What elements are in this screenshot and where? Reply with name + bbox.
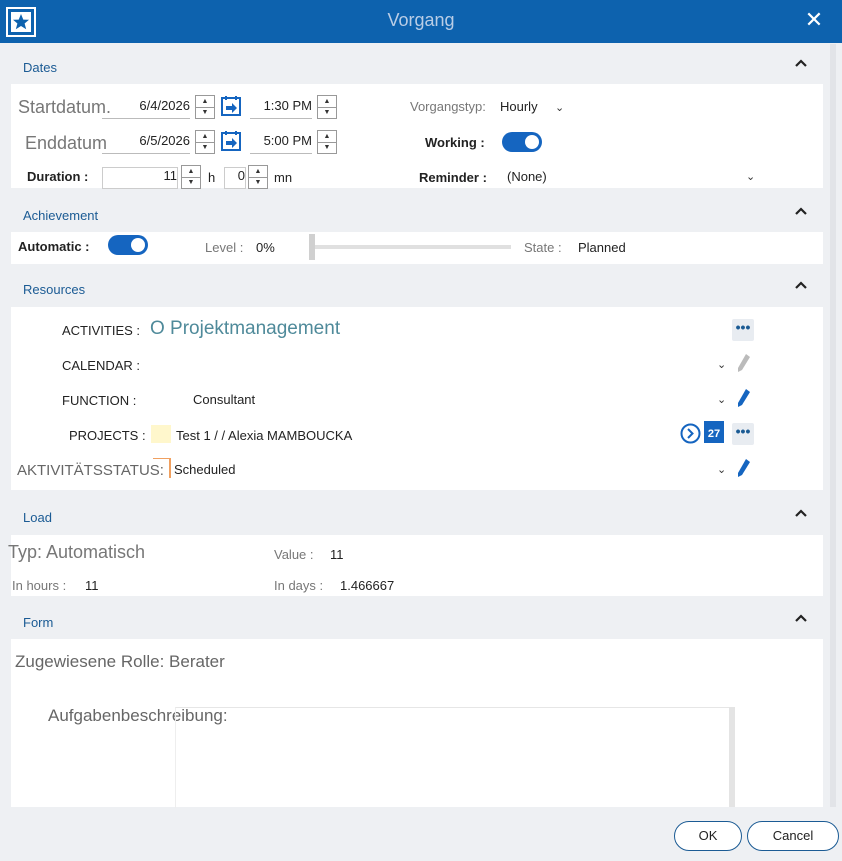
section-title-resources: Resources xyxy=(23,282,86,297)
description-textarea[interactable] xyxy=(175,707,730,808)
state-value: Planned xyxy=(578,240,626,255)
chevron-up-icon[interactable] xyxy=(793,57,809,69)
section-title-form: Form xyxy=(23,615,54,630)
end-time-spinner[interactable]: ▲ ▼ xyxy=(317,130,337,154)
hours-label: In hours : xyxy=(12,578,67,593)
chevron-up-icon[interactable] xyxy=(793,507,809,519)
level-slider-track xyxy=(309,245,511,249)
calendar-label: CALENDAR : xyxy=(62,358,141,373)
project-color-swatch xyxy=(151,425,171,443)
projects-label: PROJECTS : xyxy=(69,428,146,443)
duration-hours-input[interactable]: 11 xyxy=(102,167,178,189)
chevron-down-icon[interactable]: ⌄ xyxy=(717,393,726,406)
cancel-button[interactable]: Cancel xyxy=(747,821,839,851)
type-label: Vorgangstyp: xyxy=(410,99,486,114)
days-label: In days : xyxy=(274,578,324,593)
text-cursor xyxy=(169,458,171,478)
level-label: Level : xyxy=(205,240,244,255)
end-date-input[interactable]: 6/5/2026 xyxy=(102,133,190,154)
more-options-button[interactable]: ••• xyxy=(732,319,754,341)
working-label: Working : xyxy=(425,135,485,150)
duration-minutes-input[interactable]: 0 xyxy=(224,167,246,189)
section-title-load: Load xyxy=(23,510,52,525)
reminder-select[interactable]: (None) xyxy=(507,169,547,184)
edit-pencil-icon[interactable] xyxy=(737,458,751,478)
chevron-down-icon[interactable]: ⌄ xyxy=(717,463,726,476)
navigate-arrow-icon[interactable] xyxy=(680,423,701,444)
chevron-down-icon[interactable]: ⌄ xyxy=(717,358,726,371)
start-time-spinner[interactable]: ▲ ▼ xyxy=(317,95,337,119)
activities-label: ACTIVITIES : xyxy=(62,323,141,338)
chevron-down-icon[interactable]: ⌄ xyxy=(555,101,564,114)
working-toggle[interactable] xyxy=(502,132,542,152)
role-text: Zugewiesene Rolle: Berater xyxy=(15,652,225,671)
calendar-icon[interactable]: 27 xyxy=(704,421,724,443)
end-date-spinner[interactable]: ▲ ▼ xyxy=(195,130,215,154)
load-type-text: Typ: Automatisch xyxy=(8,542,146,562)
automatic-label: Automatic : xyxy=(18,239,90,254)
level-slider-thumb[interactable] xyxy=(309,234,315,260)
state-label: State : xyxy=(524,240,562,255)
status-label: AKTIVITÄTSSTATUS: xyxy=(17,462,164,479)
function-select[interactable]: Consultant xyxy=(193,392,255,407)
more-options-button[interactable]: ••• xyxy=(732,423,754,445)
type-select[interactable]: Hourly xyxy=(500,99,538,114)
value-text: 11 xyxy=(330,547,344,562)
status-select[interactable]: Scheduled xyxy=(174,462,235,477)
section-title-achievement: Achievement xyxy=(23,208,99,223)
automatic-toggle[interactable] xyxy=(108,235,148,255)
duration-hours-spinner[interactable]: ▲ ▼ xyxy=(181,165,201,189)
dialog-scrollbar[interactable] xyxy=(830,44,836,807)
ok-button[interactable]: OK xyxy=(674,821,742,851)
start-date-spinner[interactable]: ▲ ▼ xyxy=(195,95,215,119)
level-slider[interactable] xyxy=(309,234,513,260)
chevron-up-icon[interactable] xyxy=(793,612,809,624)
edit-pencil-icon[interactable] xyxy=(737,388,751,408)
edit-pencil-icon xyxy=(738,354,750,372)
reminder-label: Reminder : xyxy=(419,170,487,185)
activities-value[interactable]: O Projektmanagement xyxy=(150,318,340,340)
hours-unit: h xyxy=(208,170,216,185)
hours-value: 11 xyxy=(85,578,99,593)
close-icon[interactable]: ✕ xyxy=(800,6,828,34)
end-time-input[interactable]: 5:00 PM xyxy=(250,133,312,154)
chevron-down-icon[interactable]: ⌄ xyxy=(746,170,755,183)
duration-minutes-spinner[interactable]: ▲ ▼ xyxy=(248,165,268,189)
projects-value[interactable]: Test 1 / / Alexia MAMBOUCKA xyxy=(176,428,352,443)
calendar-arrow-icon[interactable] xyxy=(221,130,241,152)
window-title: Vorgang xyxy=(387,10,455,30)
calendar-arrow-icon[interactable] xyxy=(221,95,241,117)
chevron-up-icon[interactable] xyxy=(793,279,809,291)
duration-label: Duration : xyxy=(27,169,89,184)
start-date-label: Startdatum. xyxy=(18,97,112,117)
section-title-dates: Dates xyxy=(23,60,57,75)
days-value: 1.466667 xyxy=(340,578,395,593)
focus-outline xyxy=(153,458,171,459)
value-label: Value : xyxy=(274,547,314,562)
description-scrollbar[interactable] xyxy=(729,707,735,807)
end-date-label: Enddatum xyxy=(25,133,108,153)
function-label: FUNCTION : xyxy=(62,393,137,408)
chevron-up-icon[interactable] xyxy=(793,205,809,217)
minutes-unit: mn xyxy=(274,170,293,185)
start-time-input[interactable]: 1:30 PM xyxy=(250,98,312,119)
start-date-input[interactable]: 6/4/2026 xyxy=(102,98,190,119)
level-value: 0% xyxy=(256,240,275,255)
